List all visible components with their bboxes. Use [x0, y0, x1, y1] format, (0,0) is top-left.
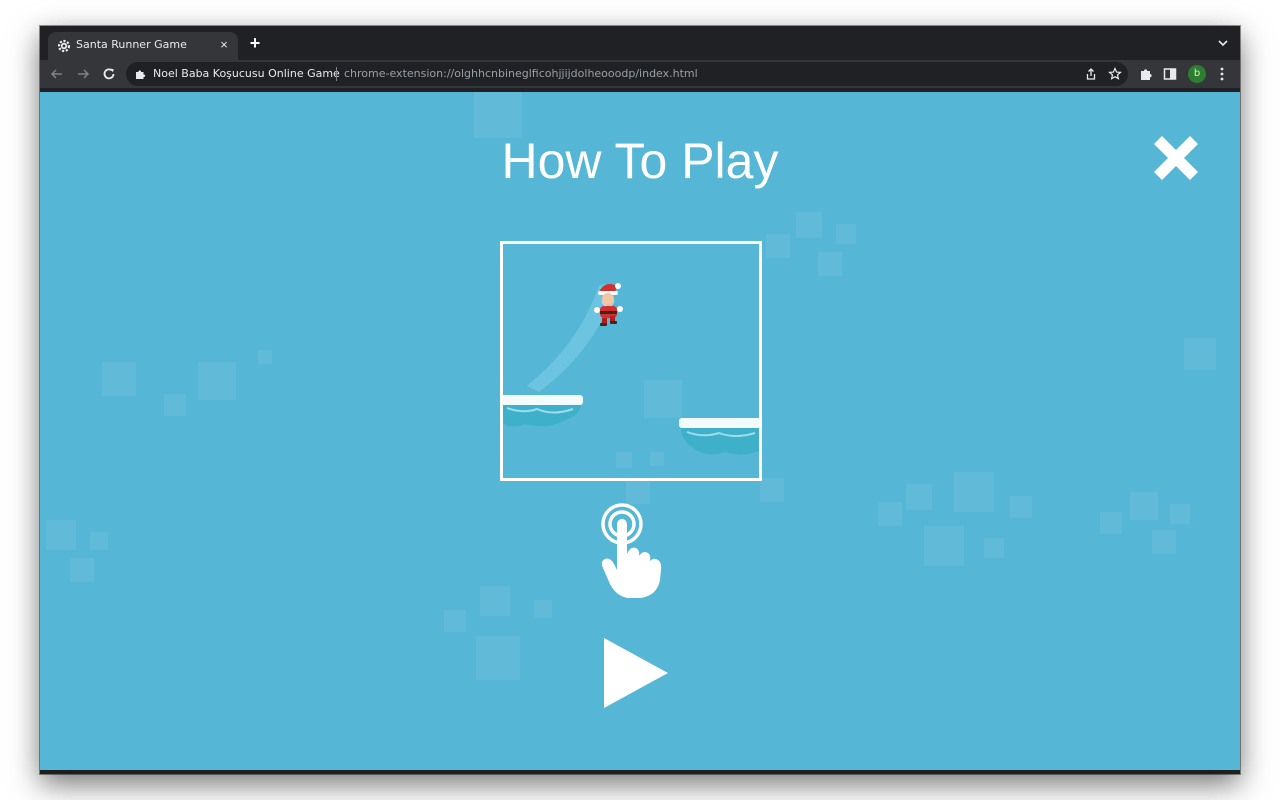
tutorial-scene [503, 283, 759, 455]
game-canvas[interactable]: How To Play [40, 92, 1240, 770]
close-x-icon[interactable] [1148, 130, 1204, 186]
ice-platform-right [679, 418, 759, 455]
bg-square [984, 538, 1004, 558]
bg-square [102, 362, 136, 396]
bg-square [796, 212, 822, 238]
ice-platform-left [503, 395, 583, 427]
bg-square [954, 472, 994, 512]
bg-square [906, 484, 932, 510]
tab-close-icon[interactable]: × [216, 37, 232, 53]
bg-square [198, 362, 236, 400]
tab-strip: Santa Runner Game × + [40, 26, 1240, 60]
screen-title: How To Play [501, 133, 779, 189]
forward-arrow-icon[interactable] [74, 65, 92, 83]
chevron-down-icon[interactable] [1216, 36, 1230, 50]
bg-square [90, 532, 108, 550]
tab-santa-runner[interactable]: Santa Runner Game × [48, 32, 238, 60]
bg-square [534, 600, 552, 618]
bg-square [760, 478, 784, 502]
tap-hand-icon [601, 503, 662, 598]
browser-window: Santa Runner Game × + Noel Baba Koşucusu… [40, 26, 1240, 774]
bg-square [878, 502, 902, 526]
back-arrow-icon[interactable] [48, 65, 66, 83]
bg-square [626, 480, 650, 504]
bg-square [1170, 504, 1190, 524]
bg-square [1100, 512, 1122, 534]
side-panel-icon[interactable] [1162, 66, 1178, 82]
extensions-icon[interactable] [1138, 66, 1154, 82]
gear-icon [57, 39, 71, 53]
tutorial-demo [500, 241, 762, 481]
bg-square [480, 586, 510, 616]
puzzle-icon [136, 70, 146, 79]
bg-square [836, 224, 856, 244]
bg-square [258, 350, 272, 364]
bg-square [46, 520, 76, 550]
bg-square [766, 234, 790, 258]
site-name: Noel Baba Koşucusu Online Game [153, 67, 340, 80]
profile-avatar[interactable]: b [1188, 65, 1206, 83]
window-bottom-edge [40, 770, 1240, 774]
bg-square [1130, 492, 1158, 520]
share-icon[interactable] [1084, 67, 1098, 81]
bg-square [924, 526, 964, 566]
bg-square [818, 252, 842, 276]
star-icon[interactable] [1108, 67, 1122, 81]
menu-icon[interactable] [1217, 66, 1227, 82]
play-icon[interactable] [602, 634, 670, 712]
bg-square [1184, 338, 1216, 370]
bg-square [1152, 530, 1176, 554]
omnibox-separator [336, 67, 337, 81]
bg-square [444, 610, 466, 632]
bg-square [164, 394, 186, 416]
address-bar[interactable]: Noel Baba Koşucusu Online Game chrome-ex… [126, 62, 1128, 86]
url-text[interactable]: chrome-extension://olghhcnbineglficohjji… [344, 67, 698, 80]
bg-square [476, 636, 520, 680]
reload-icon[interactable] [100, 65, 118, 83]
jump-trail [527, 284, 615, 392]
browser-toolbar: Noel Baba Koşucusu Online Game chrome-ex… [40, 60, 1240, 92]
tab-title: Santa Runner Game [76, 38, 187, 51]
bg-square [1010, 496, 1032, 518]
bg-square [70, 558, 94, 582]
new-tab-button[interactable]: + [246, 34, 264, 52]
